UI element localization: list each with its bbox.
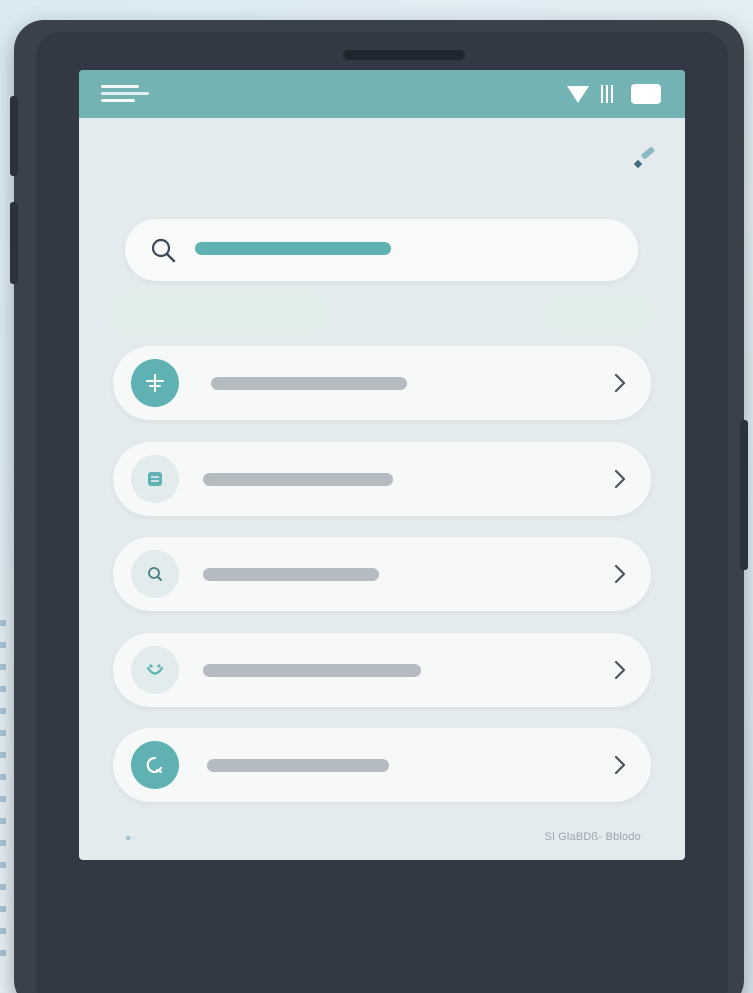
footer-text: Sl GlaBDß- Bblodo	[544, 831, 641, 843]
search-icon	[131, 550, 179, 598]
list-item-label	[203, 473, 393, 486]
list-item[interactable]	[113, 633, 651, 707]
chevron-right-icon	[614, 564, 626, 584]
search-input[interactable]	[195, 242, 391, 255]
wifi-icon	[567, 85, 589, 103]
plus-icon	[131, 359, 179, 407]
list-item-label	[207, 759, 389, 772]
app-screen: ●· Sl GlaBDß- Bblodo	[79, 70, 685, 860]
list-item-label	[203, 568, 379, 581]
filter-chip[interactable]	[107, 292, 331, 334]
list-item-label	[211, 377, 407, 390]
list-item[interactable]	[113, 346, 651, 420]
background-decoration	[0, 620, 6, 960]
volume-up-button[interactable]	[10, 96, 18, 176]
hamburger-menu-icon[interactable]	[101, 85, 149, 103]
signal-icon	[601, 85, 613, 103]
filter-chip[interactable]	[543, 295, 655, 333]
list-item[interactable]	[113, 537, 651, 611]
circle-icon	[131, 741, 179, 789]
app-top-bar	[79, 70, 685, 118]
search-icon	[151, 238, 176, 263]
list-item-label	[203, 664, 421, 677]
document-icon	[131, 455, 179, 503]
volume-down-button[interactable]	[10, 202, 18, 284]
chevron-right-icon	[614, 660, 626, 680]
speaker-grille	[343, 50, 465, 60]
list-item[interactable]	[113, 442, 651, 516]
face-icon	[131, 646, 179, 694]
chevron-right-icon	[614, 373, 626, 393]
edit-icon[interactable]	[631, 146, 661, 172]
pagination-dots-icon: ●·	[125, 832, 136, 844]
list-item[interactable]	[113, 728, 651, 802]
chevron-right-icon	[614, 469, 626, 489]
app-footer: ●· Sl GlaBDß- Bblodo	[79, 828, 685, 850]
power-button[interactable]	[740, 420, 748, 570]
search-bar[interactable]	[125, 219, 638, 281]
battery-icon	[631, 84, 661, 104]
chevron-right-icon	[614, 755, 626, 775]
status-icons	[567, 82, 661, 106]
